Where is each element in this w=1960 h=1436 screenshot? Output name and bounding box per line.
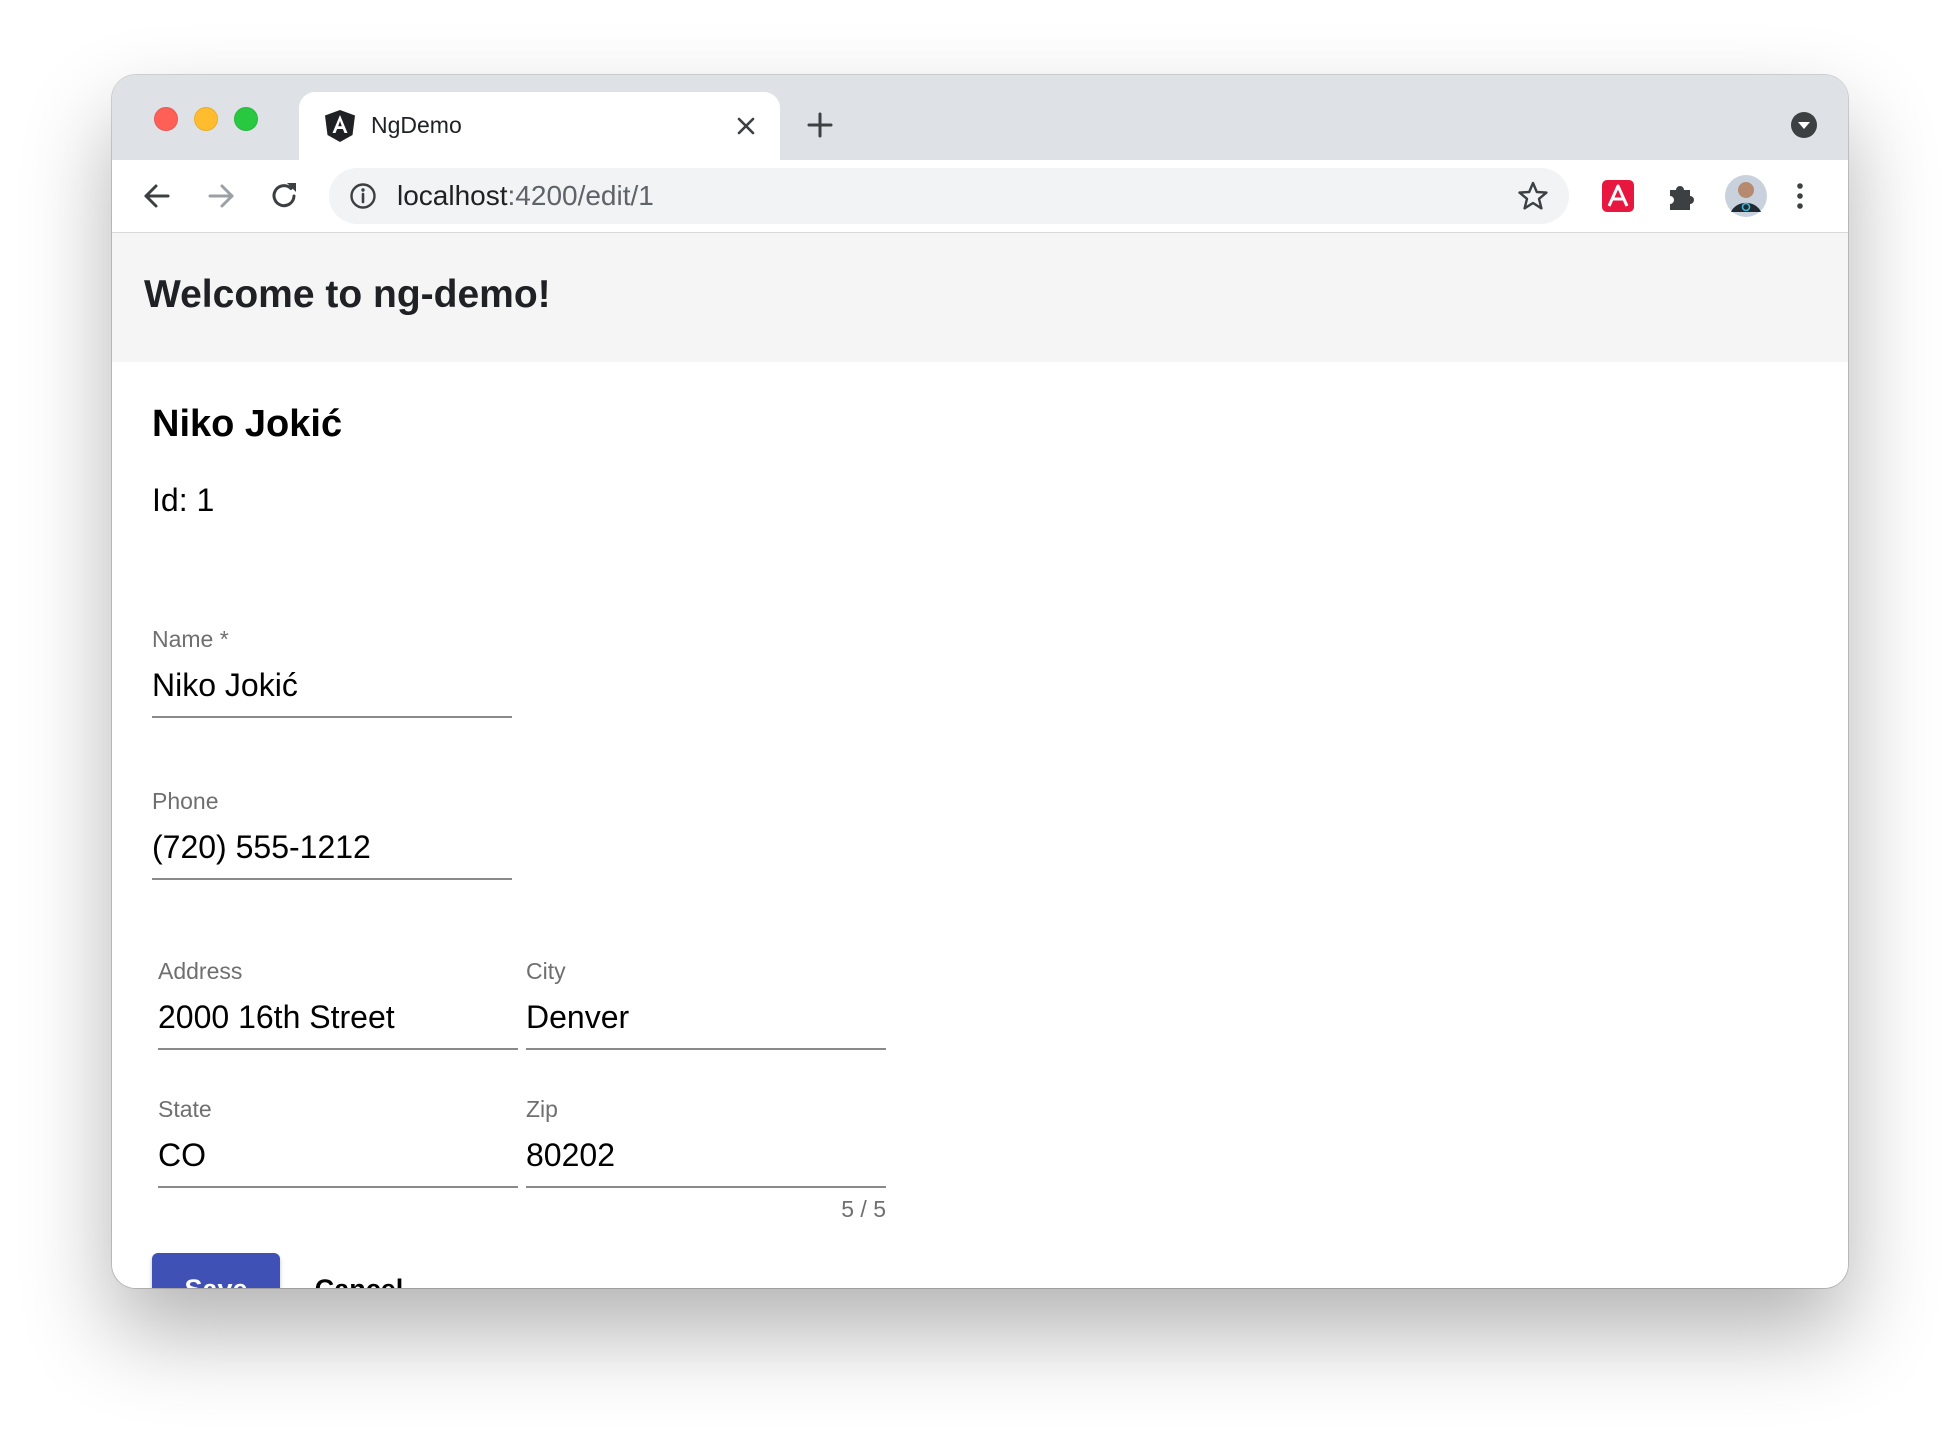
close-icon[interactable] [730,110,762,142]
zip-char-counter: 5 / 5 [841,1196,886,1222]
app-header: Welcome to ng-demo! [112,233,1848,362]
state-underline [158,1186,518,1188]
id-label: Id: 1 [152,482,215,518]
name-input[interactable] [152,662,512,708]
city-label: City [526,958,566,984]
app-title: Welcome to ng-demo! [144,273,551,316]
url-path: :4200/edit/1 [507,180,654,211]
state-input[interactable] [158,1132,518,1178]
browser-window: NgDemo localhost:4200/edit/1 Welcome to … [112,75,1848,1288]
phone-underline [152,878,512,880]
puzzle-icon[interactable] [1664,178,1700,214]
tab-search-icon[interactable] [1790,111,1818,139]
tab-title: NgDemo [371,112,462,138]
angular-icon [325,110,355,142]
minimize-window-button[interactable] [194,107,218,131]
name-underline [152,716,512,718]
address-bar[interactable]: localhost:4200/edit/1 [329,168,1569,224]
name-label: Name * [152,626,229,652]
tab-ngdemo[interactable]: NgDemo [299,92,780,160]
address-label: Address [158,958,243,984]
info-icon[interactable] [349,182,377,210]
arrow-left-icon[interactable] [138,177,176,215]
phone-field: Phone [152,788,512,888]
name-field: Name * [152,626,512,726]
tab-strip: NgDemo [112,75,1848,160]
page-title: Niko Jokić [152,403,343,445]
address-underline [158,1048,518,1050]
page-content: Welcome to ng-demo! Niko Jokić Id: 1 Nam… [112,233,1848,1288]
city-input[interactable] [526,994,886,1040]
arrow-right-icon[interactable] [202,177,240,215]
browser-toolbar: localhost:4200/edit/1 [112,160,1848,233]
address-field: Address [158,958,518,1058]
zip-label: Zip [526,1096,558,1122]
plus-icon[interactable] [804,109,836,141]
close-window-button[interactable] [154,107,178,131]
city-underline [526,1048,886,1050]
save-button[interactable]: Save [152,1253,280,1288]
kebab-menu-icon[interactable] [1790,178,1810,214]
phone-input[interactable] [152,824,512,870]
avatar[interactable] [1724,174,1768,218]
zip-underline [526,1186,886,1188]
state-field: State [158,1096,518,1196]
phone-label: Phone [152,788,219,814]
url-text: localhost:4200/edit/1 [397,180,654,212]
state-label: State [158,1096,212,1122]
address-input[interactable] [158,994,518,1040]
city-field: City [526,958,886,1058]
zip-input[interactable] [526,1132,886,1178]
url-host: localhost [397,180,508,211]
cancel-button[interactable]: Cancel [294,1253,424,1289]
zip-field: Zip 5 / 5 [526,1096,886,1226]
star-icon[interactable] [1517,180,1549,212]
angular-devtools-icon[interactable] [1600,178,1636,214]
maximize-window-button[interactable] [234,107,258,131]
reload-icon[interactable] [266,177,304,215]
